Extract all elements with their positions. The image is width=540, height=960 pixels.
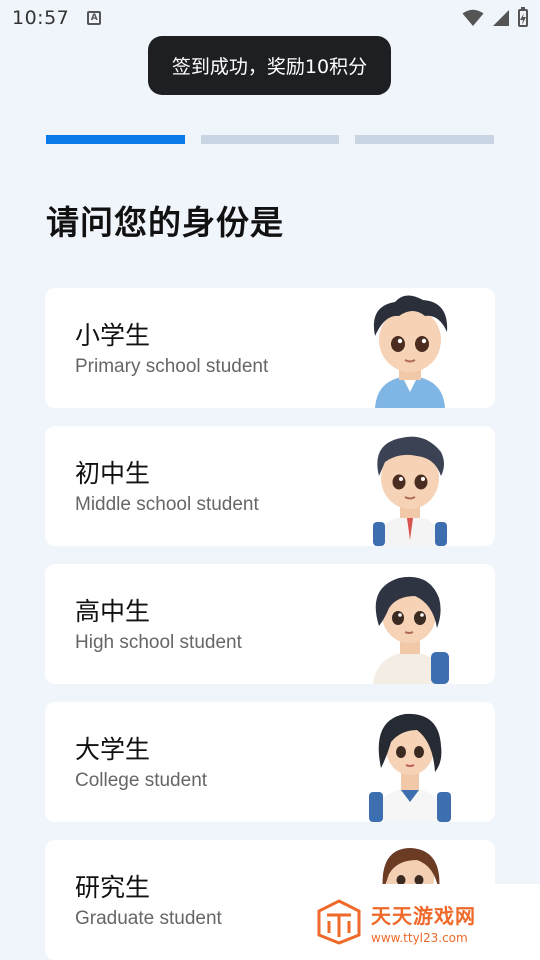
status-bar: 10:57 A <box>0 0 540 36</box>
option-subtitle: College student <box>75 770 208 791</box>
watermark-url: www.ttyl23.com <box>371 930 468 945</box>
progress-step-2 <box>200 135 340 144</box>
option-subtitle: Primary school student <box>75 356 269 377</box>
college-student-avatar <box>369 713 451 822</box>
watermark-name: 天天游戏网 <box>371 903 476 928</box>
toast-message: 签到成功，奖励10积分 <box>148 36 391 95</box>
wifi-icon <box>462 9 484 26</box>
high-school-student-avatar <box>373 576 449 684</box>
status-icons <box>462 7 528 27</box>
watermark-logo-icon <box>317 899 361 945</box>
option-title: 研究生 <box>75 873 151 902</box>
signal-icon <box>493 10 509 26</box>
option-subtitle: High school student <box>75 632 242 653</box>
option-title: 大学生 <box>75 735 151 764</box>
option-subtitle: Middle school student <box>75 494 259 515</box>
middle-student-avatar <box>373 436 447 546</box>
option-high-school-student[interactable]: 高中生 High school student <box>45 564 495 684</box>
step-progress <box>46 135 495 144</box>
watermark-text: 天天游戏网 www.ttyl23.com <box>371 900 476 945</box>
progress-step-1 <box>46 135 185 144</box>
status-time: 10:57 <box>12 7 70 29</box>
option-middle-student[interactable]: 初中生 Middle school student <box>45 426 495 546</box>
option-title: 初中生 <box>75 459 151 488</box>
page-title: 请问您的身份是 <box>46 203 284 242</box>
option-primary-student[interactable]: 小学生 Primary school student <box>45 288 495 408</box>
option-title: 小学生 <box>75 321 151 350</box>
option-college-student[interactable]: 大学生 College student <box>45 702 495 822</box>
option-title: 高中生 <box>75 597 151 626</box>
primary-student-avatar <box>373 295 448 408</box>
watermark: 天天游戏网 www.ttyl23.com <box>305 884 540 960</box>
option-subtitle: Graduate student <box>75 908 222 929</box>
battery-charging-icon <box>518 7 528 27</box>
notification-a-icon: A <box>87 11 102 25</box>
progress-step-3 <box>355 135 495 144</box>
